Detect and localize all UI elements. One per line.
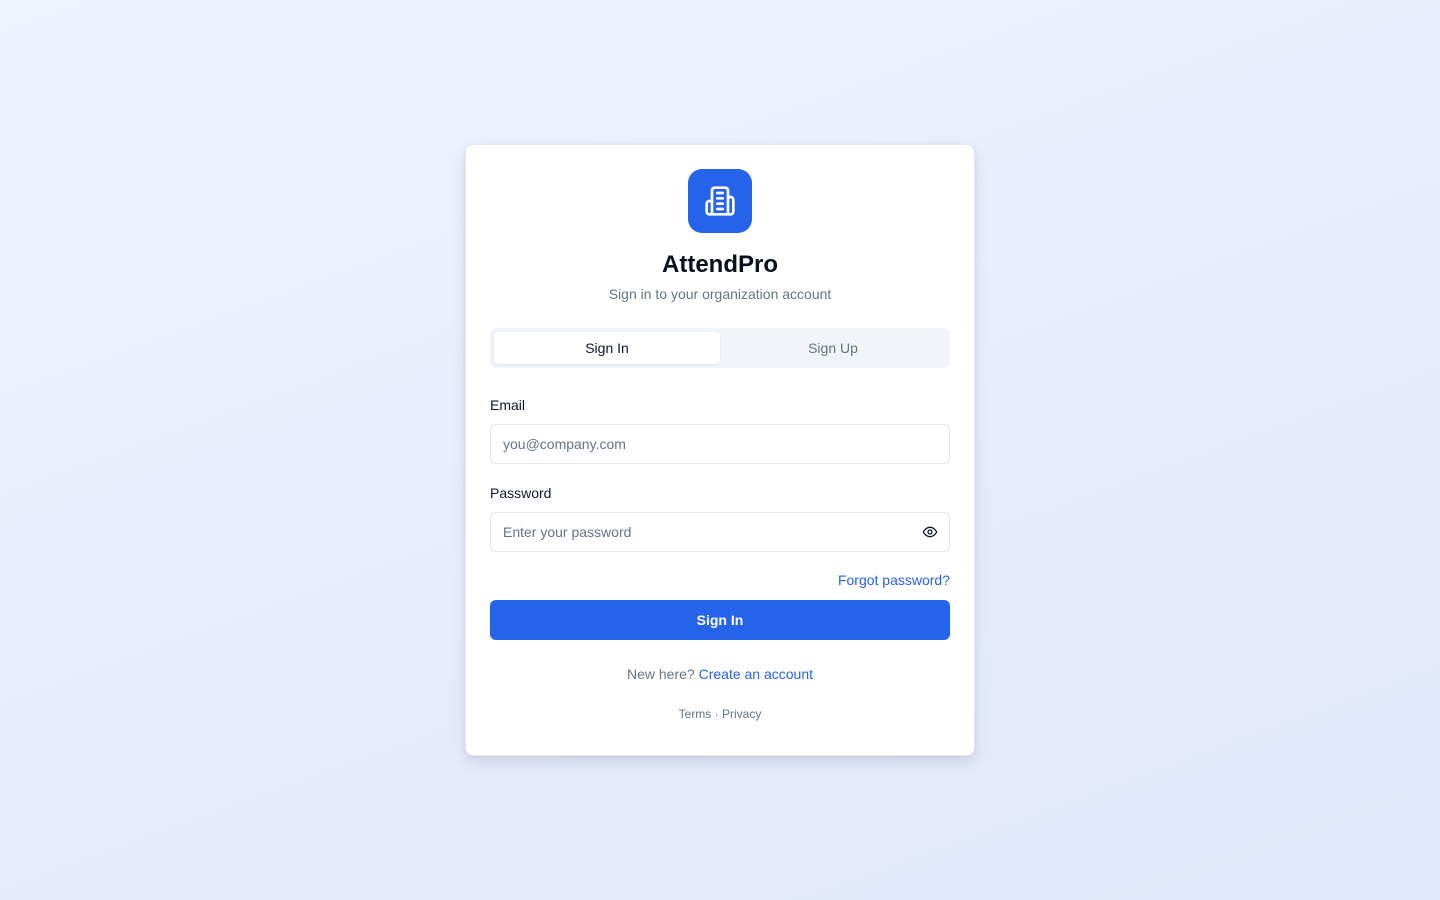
- app-title: AttendPro: [662, 251, 778, 278]
- footer-separator: ·: [714, 707, 719, 721]
- login-card: AttendPro Sign in to your organization a…: [465, 144, 975, 756]
- footer-links: Terms · Privacy: [490, 706, 950, 722]
- password-field-wrapper: [490, 512, 950, 552]
- privacy-link[interactable]: Privacy: [722, 707, 761, 721]
- email-input[interactable]: [490, 424, 950, 464]
- signup-prompt: New here? Create an account: [490, 664, 950, 684]
- forgot-password-row: Forgot password?: [490, 572, 950, 590]
- signup-prompt-text: New here?: [627, 666, 695, 682]
- sign-in-button[interactable]: Sign In: [490, 600, 950, 640]
- eye-icon[interactable]: [922, 524, 938, 540]
- password-label: Password: [490, 485, 552, 501]
- app-subtitle: Sign in to your organization account: [608, 286, 832, 302]
- auth-tabs: Sign In Sign Up: [490, 328, 950, 368]
- email-field-wrapper: [490, 424, 950, 464]
- create-account-link[interactable]: Create an account: [699, 666, 813, 682]
- forgot-password-link[interactable]: Forgot password?: [838, 572, 950, 588]
- email-label: Email: [490, 397, 526, 413]
- password-input[interactable]: [490, 512, 950, 552]
- terms-link[interactable]: Terms: [679, 707, 712, 721]
- tab-sign-in[interactable]: Sign In: [494, 332, 720, 364]
- tab-sign-up[interactable]: Sign Up: [720, 332, 946, 364]
- building-icon: [705, 186, 735, 216]
- app-logo: [688, 169, 752, 233]
